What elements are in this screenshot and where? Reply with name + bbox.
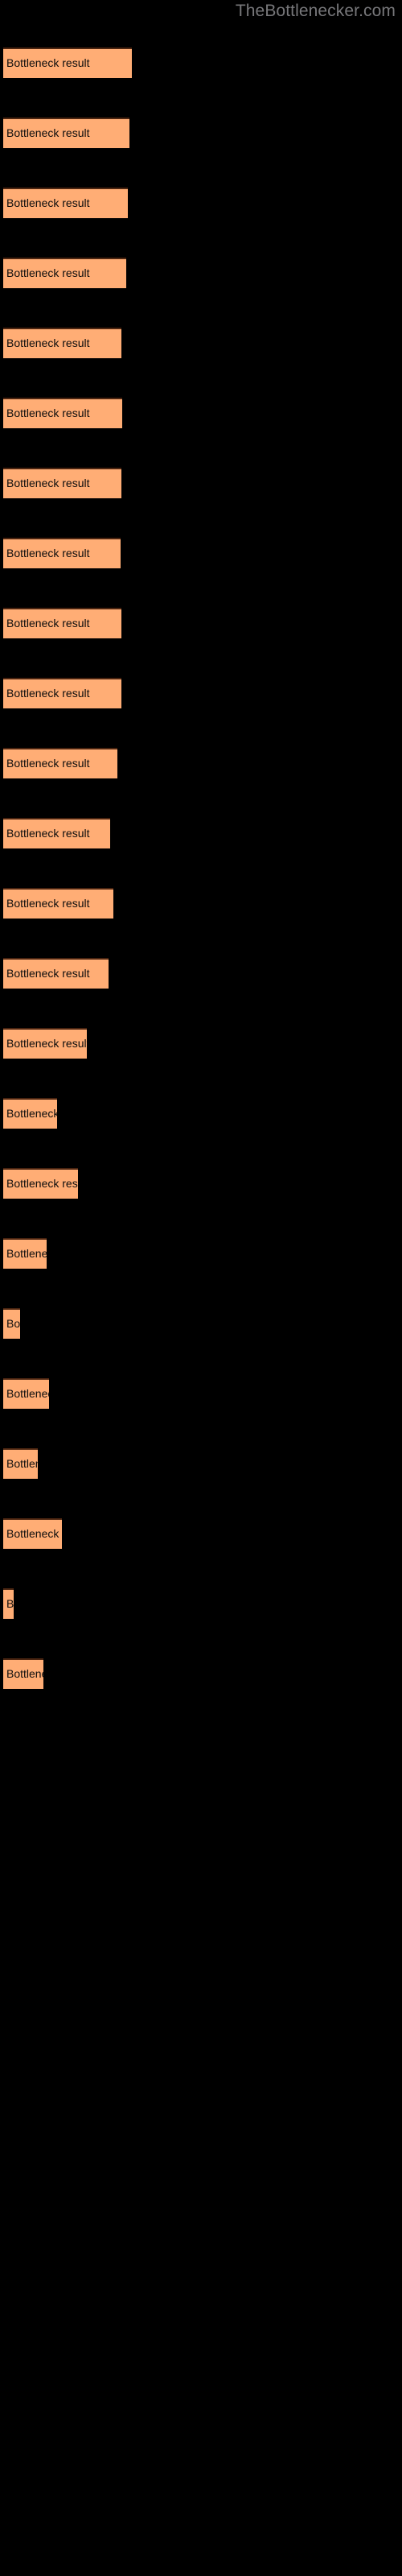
bar-label: Bottleneck result <box>6 1597 14 1610</box>
bar-label-clip: Bottleneck result <box>3 1448 38 1479</box>
bar-label: Bottleneck result <box>6 1317 20 1330</box>
bar-label: Bottleneck result <box>6 336 90 349</box>
bar-label-clip: Bottleneck result <box>3 748 117 778</box>
bar-label-clip: Bottleneck result <box>3 328 121 358</box>
bar-label: Bottleneck result <box>6 1387 49 1400</box>
bar-label-clip: Bottleneck result <box>3 1238 47 1269</box>
bar-label-clip: Bottleneck result <box>3 468 121 498</box>
bar-label: Bottleneck result <box>6 196 90 209</box>
bar-label: Bottleneck result <box>6 56 90 69</box>
bar-label-clip: Bottleneck result <box>3 608 121 638</box>
bar-label: Bottleneck result <box>6 1457 38 1470</box>
bar-label: Bottleneck result <box>6 477 90 489</box>
bar-label: Bottleneck result <box>6 1107 57 1120</box>
bar-label: Bottleneck result <box>6 547 90 559</box>
bar-label-clip: Bottleneck result <box>3 1518 62 1549</box>
bar-label: Bottleneck result <box>6 407 90 419</box>
bar-label-clip: Bottleneck result <box>3 818 110 848</box>
bar-label-clip: Bottleneck result <box>3 1168 78 1199</box>
bar-label: Bottleneck result <box>6 967 90 980</box>
bar-label-clip: Bottleneck result <box>3 118 129 148</box>
bar-label-clip: Bottleneck result <box>3 958 109 989</box>
bar-label-clip: Bottleneck result <box>3 398 122 428</box>
bar-label-clip: Bottleneck result <box>3 188 128 218</box>
bar-label-clip: Bottleneck result <box>3 1098 57 1129</box>
bar-label: Bottleneck result <box>6 757 90 770</box>
bar-label-clip: Bottleneck result <box>3 1588 14 1619</box>
bar-label: Bottleneck result <box>6 1247 47 1260</box>
bar-label-clip: Bottleneck result <box>3 1028 87 1059</box>
bar-label-clip: Bottleneck result <box>3 888 113 919</box>
bar-label: Bottleneck result <box>6 827 90 840</box>
bar-label: Bottleneck result <box>6 266 90 279</box>
bar-label-clip: Bottleneck result <box>3 258 126 288</box>
bar-label: Bottleneck result <box>6 126 90 139</box>
bar-label: Bottleneck result <box>6 617 90 630</box>
bar-label: Bottleneck result <box>6 897 90 910</box>
bar-label: Bottleneck result <box>6 1527 62 1540</box>
bar-label-clip: Bottleneck result <box>3 1378 49 1409</box>
bar-series-layer: Bottleneck result Bottleneck result Bottle… <box>0 0 402 1771</box>
bar-label: Bottleneck result <box>6 1037 87 1050</box>
bar-label: Bottleneck result <box>6 1177 78 1190</box>
bottleneck-bar-chart: TheBottlenecker.com Bottleneck result Bot… <box>0 0 402 2576</box>
bar-label-clip: Bottleneck result <box>3 678 121 708</box>
bar-label: Bottleneck result <box>6 687 90 700</box>
bar-label-clip: Bottleneck result <box>3 1308 20 1339</box>
bar-label-clip: Bottleneck result <box>3 47 132 78</box>
bar-label-clip: Bottleneck result <box>3 1658 43 1689</box>
bar-label: Bottleneck result <box>6 1667 43 1680</box>
bar-label-clip: Bottleneck result <box>3 538 121 568</box>
